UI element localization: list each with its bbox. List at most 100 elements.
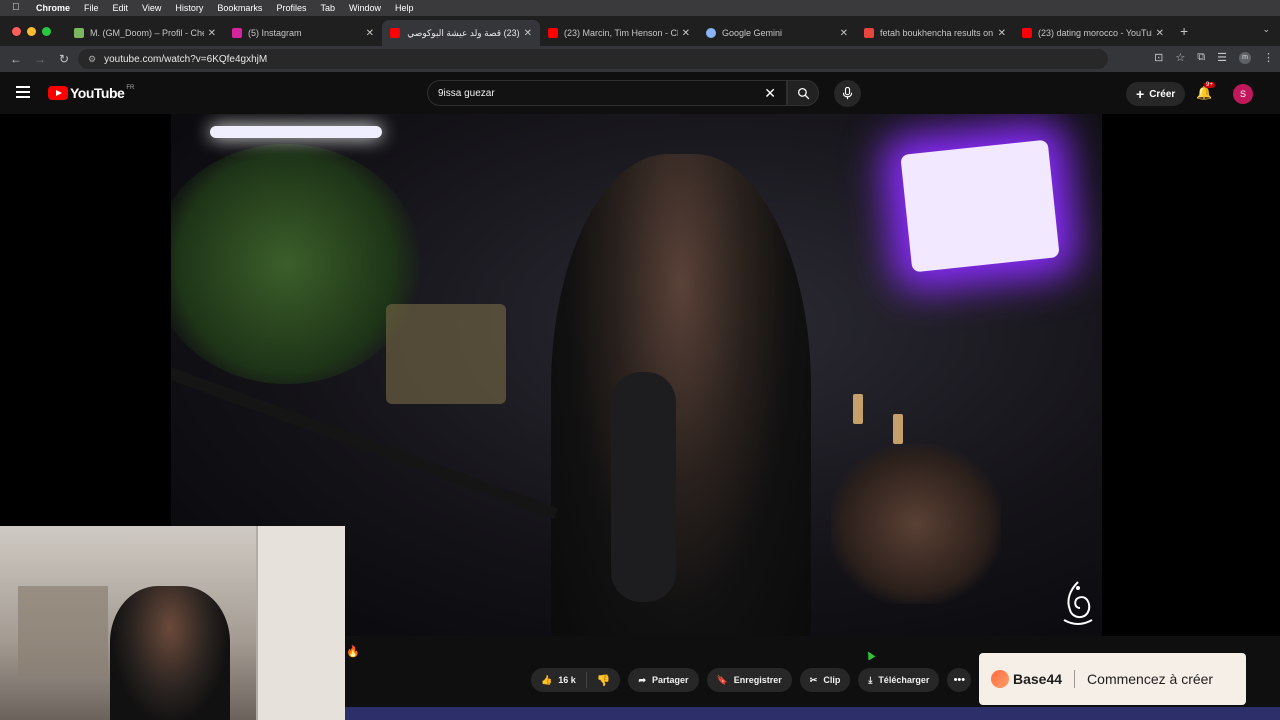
chrome-menu-icon[interactable]: ⋮ — [1263, 51, 1274, 64]
close-tab-icon[interactable]: ✕ — [840, 28, 848, 39]
bookmark-star-icon[interactable]: ☆ — [1175, 51, 1185, 64]
speaker-hand — [831, 444, 1001, 604]
download-icon: ⤓ — [868, 674, 873, 685]
site-info-icon[interactable]: ⚙ — [88, 54, 96, 65]
close-tab-icon[interactable]: ✕ — [208, 28, 216, 39]
scissors-icon: ✂ — [809, 674, 818, 685]
minimize-window-button[interactable] — [27, 26, 36, 36]
search-button[interactable] — [787, 80, 819, 106]
bottom-bar — [345, 707, 1280, 720]
ad-banner[interactable]: Base44 Commencez à créer — [979, 653, 1246, 705]
reading-list-icon[interactable]: ☰ — [1217, 51, 1227, 64]
menu-tab[interactable]: Tab — [320, 3, 335, 13]
twitch-favicon-icon — [74, 28, 84, 38]
instagram-favicon-icon — [232, 28, 242, 38]
thumbs-up-icon: 👍 — [541, 674, 553, 685]
close-tab-icon[interactable]: ✕ — [998, 28, 1006, 39]
search-favicon-icon — [864, 28, 874, 38]
close-window-button[interactable] — [12, 26, 21, 36]
address-bar[interactable]: ⚙ youtube.com/watch?v=6KQfe4gxhjM — [78, 49, 1108, 69]
ad-brand: Base44 — [1013, 671, 1063, 687]
close-tab-icon[interactable]: ✕ — [1156, 28, 1164, 39]
menu-bookmarks[interactable]: Bookmarks — [217, 3, 262, 13]
tab-search-chevron-icon[interactable]: ⌄ — [1262, 24, 1270, 35]
download-button[interactable]: ⤓ Télécharger — [858, 668, 940, 692]
hamburger-menu-icon[interactable] — [16, 86, 30, 98]
close-tab-icon[interactable]: ✕ — [366, 28, 374, 39]
dislike-button[interactable]: 👎 — [587, 674, 621, 687]
speaker-figure — [551, 154, 811, 636]
channel-watermark-icon[interactable] — [1060, 580, 1096, 630]
bookshelf — [256, 526, 345, 720]
install-app-icon[interactable]: ⊡ — [1154, 51, 1163, 64]
tab-youtube-marcin[interactable]: (23) Marcin, Tim Henson - Ch ✕ — [540, 20, 698, 46]
like-button[interactable]: 👍 16 k — [531, 672, 587, 688]
apple-icon[interactable]:  — [12, 3, 22, 13]
tab-title: M. (GM_Doom) – Profil - Che — [90, 28, 204, 38]
tab-youtube-dating[interactable]: (23) dating morocco - YouTub ✕ — [1014, 20, 1172, 46]
share-arrow-icon: ➦ — [638, 674, 646, 685]
like-dislike-group: 👍 16 k 👎 — [531, 668, 621, 692]
youtube-logo[interactable]: YouTube FR — [48, 85, 134, 101]
tab-youtube-active[interactable]: (23) قصة ولد عيشة البوكوصي ✕ — [382, 20, 540, 46]
zoom-window-button[interactable] — [42, 26, 51, 36]
window-controls — [0, 26, 66, 36]
close-tab-icon[interactable]: ✕ — [682, 28, 690, 39]
fire-icon: 🔥 — [346, 646, 360, 658]
save-button[interactable]: 🔖 Enregistrer — [706, 668, 792, 692]
new-tab-button[interactable]: + — [1180, 23, 1188, 39]
youtube-play-icon — [48, 86, 68, 100]
clip-button[interactable]: ✂ Clip — [799, 668, 851, 692]
tab-title: (5) Instagram — [248, 28, 302, 38]
base44-logo-icon — [991, 670, 1009, 688]
tab-fetah[interactable]: fetah boukhencha results on ✕ — [856, 20, 1014, 46]
bookmark-icon: 🔖 — [716, 674, 728, 685]
mouse-cursor-icon — [864, 649, 876, 661]
youtube-wordmark: YouTube — [70, 85, 125, 101]
search-icon — [797, 88, 809, 100]
back-button[interactable]: ← — [4, 52, 28, 66]
avatar[interactable]: S — [1233, 84, 1253, 104]
tab-strip: M. (GM_Doom) – Profil - Che ✕ (5) Instag… — [0, 16, 1280, 46]
save-label: Enregistrer — [733, 675, 782, 685]
tab-instagram[interactable]: (5) Instagram ✕ — [224, 20, 382, 46]
ellipsis-icon: ••• — [953, 674, 966, 686]
candle — [893, 414, 903, 444]
share-button[interactable]: ➦ Partager — [628, 668, 699, 692]
reload-button[interactable]: ↻ — [52, 52, 76, 66]
search-input[interactable]: 9issa guezar ✕ — [427, 80, 787, 106]
clear-search-icon[interactable]: ✕ — [764, 85, 776, 102]
tab-gemini[interactable]: Google Gemini ✕ — [698, 20, 856, 46]
ad-cta[interactable]: Commencez à créer — [1087, 671, 1213, 687]
tab-title: (23) Marcin, Tim Henson - Ch — [564, 28, 678, 38]
voice-search-button[interactable] — [834, 80, 861, 107]
menu-file[interactable]: File — [84, 3, 99, 13]
toolbar-actions: ⊡ ☆ ⧉ ☰ m ⋮ — [1154, 51, 1274, 64]
forward-button[interactable]: → — [28, 52, 52, 66]
tab-twitch[interactable]: M. (GM_Doom) – Profil - Che ✕ — [66, 20, 224, 46]
menu-edit[interactable]: Edit — [113, 3, 129, 13]
menu-window[interactable]: Window — [349, 3, 381, 13]
more-actions-button[interactable]: ••• — [947, 668, 972, 692]
menu-profiles[interactable]: Profiles — [276, 3, 306, 13]
microphone-icon — [842, 87, 853, 100]
address-url: youtube.com/watch?v=6KQfe4gxhjM — [104, 53, 268, 65]
plant-background — [171, 144, 421, 384]
notification-badge: 9+ — [1204, 82, 1215, 88]
plus-icon: + — [1136, 86, 1145, 102]
share-label: Partager — [652, 675, 689, 685]
close-tab-icon[interactable]: ✕ — [524, 28, 532, 39]
profile-icon[interactable]: m — [1239, 51, 1251, 64]
menu-history[interactable]: History — [175, 3, 203, 13]
menu-view[interactable]: View — [142, 3, 161, 13]
menu-app[interactable]: Chrome — [36, 3, 70, 13]
create-label: Créer — [1149, 88, 1176, 100]
notifications-button[interactable]: 🔔 9+ — [1196, 82, 1215, 101]
country-code: FR — [126, 85, 135, 91]
download-label: Télécharger — [878, 675, 930, 685]
purple-light-panel — [900, 139, 1060, 273]
menu-help[interactable]: Help — [395, 3, 414, 13]
extensions-icon[interactable]: ⧉ — [1197, 51, 1205, 64]
youtube-header: YouTube FR 9issa guezar ✕ + Créer 🔔 9+ S — [0, 72, 1280, 114]
create-button[interactable]: + Créer — [1126, 82, 1186, 106]
